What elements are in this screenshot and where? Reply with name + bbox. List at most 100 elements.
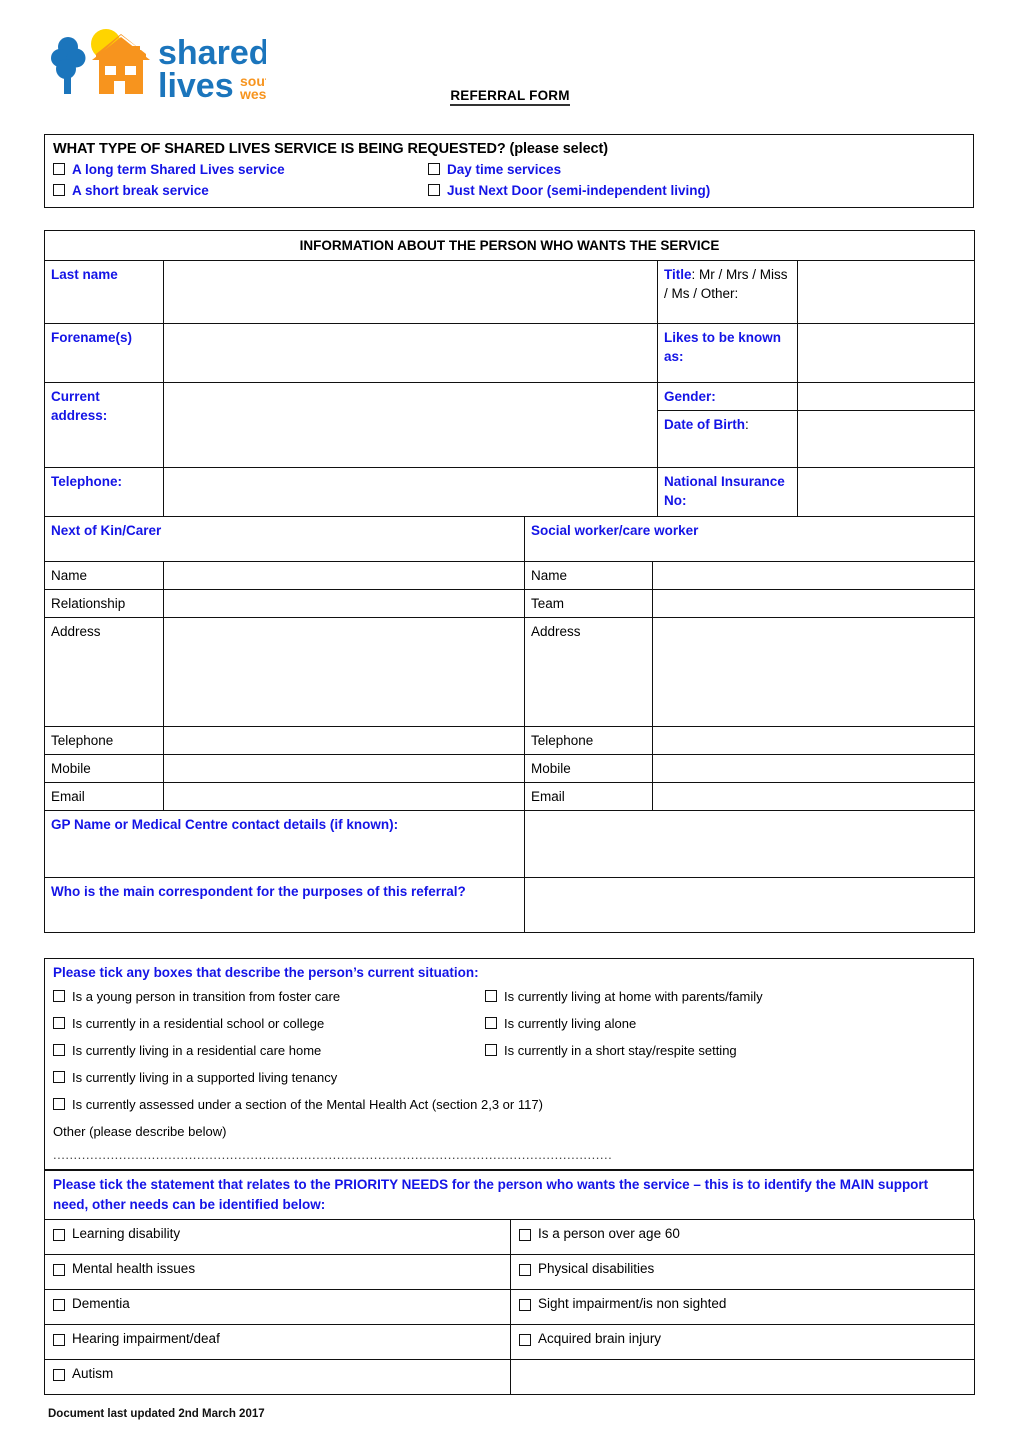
table-row-gp: GP Name or Medical Centre contact detail… bbox=[44, 810, 975, 878]
checkbox-icon[interactable] bbox=[53, 990, 65, 1002]
priority-cell-autism[interactable]: Autism bbox=[44, 1359, 511, 1395]
input-kin-name[interactable] bbox=[163, 561, 525, 590]
input-worker-telephone[interactable] bbox=[652, 726, 975, 755]
input-worker-mobile[interactable] bbox=[652, 754, 975, 783]
priority-label: Hearing impairment/deaf bbox=[72, 1331, 220, 1346]
service-option-short-break[interactable]: A short break service bbox=[53, 180, 428, 201]
input-title[interactable] bbox=[796, 260, 976, 324]
table-row-contacts-heading: Next of Kin/Carer Social worker/care wor… bbox=[44, 516, 975, 562]
checkbox-icon[interactable] bbox=[53, 1098, 65, 1110]
label-likes-to-be-known-as: Likes to be known as: bbox=[657, 323, 798, 383]
heading-social-worker: Social worker/care worker bbox=[524, 516, 975, 562]
checkbox-icon[interactable] bbox=[485, 990, 497, 1002]
situation-option-residential-school[interactable]: Is currently in a residential school or … bbox=[53, 1010, 485, 1037]
checkbox-icon[interactable] bbox=[53, 1369, 65, 1381]
checkbox-icon[interactable] bbox=[485, 1017, 497, 1029]
heading-next-of-kin: Next of Kin/Carer bbox=[44, 516, 525, 562]
situation-option-living-alone[interactable]: Is currently living alone bbox=[485, 1010, 636, 1037]
checkbox-icon[interactable] bbox=[53, 1044, 65, 1056]
service-type-section: WHAT TYPE OF SHARED LIVES SERVICE IS BEI… bbox=[44, 134, 974, 208]
checkbox-icon[interactable] bbox=[53, 1071, 65, 1083]
situation-option-supported-living-tenancy[interactable]: Is currently living in a supported livin… bbox=[53, 1064, 337, 1091]
document-footer: Document last updated 2nd March 2017 bbox=[48, 1408, 265, 1420]
priority-cell-dementia[interactable]: Dementia bbox=[44, 1289, 511, 1325]
service-option-just-next-door[interactable]: Just Next Door (semi-independent living) bbox=[428, 180, 710, 201]
input-likes-to-be-known-as[interactable] bbox=[796, 323, 976, 383]
priority-cell-over-age-60[interactable]: Is a person over age 60 bbox=[510, 1219, 975, 1255]
input-kin-mobile[interactable] bbox=[163, 754, 525, 783]
table-row-correspondent: Who is the main correspondent for the pu… bbox=[44, 877, 975, 933]
label-last-name: Last name bbox=[44, 260, 164, 324]
situation-option-home-with-family[interactable]: Is currently living at home with parents… bbox=[485, 983, 763, 1010]
situation-option-foster-care[interactable]: Is a young person in transition from fos… bbox=[53, 983, 485, 1010]
checkbox-icon[interactable] bbox=[53, 1264, 65, 1276]
service-option-label: Day time services bbox=[447, 162, 562, 177]
page-title: REFERRAL FORM bbox=[0, 88, 1020, 106]
input-kin-email[interactable] bbox=[163, 782, 525, 811]
input-worker-name[interactable] bbox=[652, 561, 975, 590]
label-worker-email: Email bbox=[524, 782, 653, 811]
table-row-email: Email Email bbox=[44, 782, 975, 811]
checkbox-icon[interactable] bbox=[519, 1264, 531, 1276]
situation-option-short-stay-respite[interactable]: Is currently in a short stay/respite set… bbox=[485, 1037, 737, 1064]
priority-cell-mental-health-issues[interactable]: Mental health issues bbox=[44, 1254, 511, 1290]
input-current-address[interactable] bbox=[163, 382, 658, 468]
priority-cell-hearing-impairment[interactable]: Hearing impairment/deaf bbox=[44, 1324, 511, 1360]
situation-option-residential-care-home[interactable]: Is currently living in a residential car… bbox=[53, 1037, 485, 1064]
input-kin-telephone[interactable] bbox=[163, 726, 525, 755]
input-worker-address[interactable] bbox=[652, 617, 975, 727]
priority-cell-physical-disabilities[interactable]: Physical disabilities bbox=[510, 1254, 975, 1290]
service-option-day-time[interactable]: Day time services bbox=[428, 159, 561, 180]
table-row-heading: INFORMATION ABOUT THE PERSON WHO WANTS T… bbox=[43, 230, 976, 261]
input-worker-email[interactable] bbox=[652, 782, 975, 811]
input-forenames[interactable] bbox=[163, 323, 658, 383]
checkbox-icon[interactable] bbox=[53, 163, 65, 175]
input-gp-details[interactable] bbox=[524, 810, 975, 878]
priority-label: Acquired brain injury bbox=[538, 1331, 662, 1346]
situation-option-mental-health-act-section[interactable]: Is currently assessed under a section of… bbox=[53, 1091, 543, 1118]
priority-label: Sight impairment/is non sighted bbox=[538, 1296, 727, 1311]
label-kin-email: Email bbox=[44, 782, 164, 811]
checkbox-icon[interactable] bbox=[53, 1229, 65, 1241]
input-kin-relationship[interactable] bbox=[163, 589, 525, 618]
input-worker-team[interactable] bbox=[652, 589, 975, 618]
table-row: Learning disability Is a person over age… bbox=[44, 1219, 975, 1255]
checkbox-icon[interactable] bbox=[53, 1334, 65, 1346]
table-row: Mental health issues Physical disabiliti… bbox=[44, 1254, 975, 1290]
priority-cell-learning-disability[interactable]: Learning disability bbox=[44, 1219, 511, 1255]
checkbox-icon[interactable] bbox=[485, 1044, 497, 1056]
input-date-of-birth[interactable] bbox=[796, 410, 976, 468]
input-main-correspondent[interactable] bbox=[524, 877, 975, 933]
input-last-name[interactable] bbox=[163, 260, 658, 324]
checkbox-icon[interactable] bbox=[53, 1299, 65, 1311]
input-kin-address[interactable] bbox=[163, 617, 525, 727]
priority-needs-section: Please tick the statement that relates t… bbox=[44, 1170, 975, 1395]
referral-form-page: shared lives south west REFERRAL FORM WH… bbox=[0, 0, 1020, 1443]
service-option-label: A long term Shared Lives service bbox=[72, 162, 285, 177]
situation-option-other-label: Other (please describe below) bbox=[53, 1124, 227, 1139]
situation-option-label: Is currently living in a supported livin… bbox=[72, 1070, 338, 1085]
situation-option-label: Is currently assessed under a section of… bbox=[72, 1097, 543, 1112]
current-situation-section: Please tick any boxes that describe the … bbox=[44, 958, 974, 1170]
table-row-relationship-team: Relationship Team bbox=[44, 589, 975, 618]
checkbox-icon[interactable] bbox=[53, 1017, 65, 1029]
person-information-table: INFORMATION ABOUT THE PERSON WHO WANTS T… bbox=[43, 230, 976, 525]
service-type-row-1: A long term Shared Lives service Day tim… bbox=[53, 159, 973, 180]
situation-option-label: Is currently in a residential school or … bbox=[72, 1016, 325, 1031]
priority-cell-sight-impairment[interactable]: Sight impairment/is non sighted bbox=[510, 1289, 975, 1325]
service-option-long-term[interactable]: A long term Shared Lives service bbox=[53, 159, 428, 180]
checkbox-icon[interactable] bbox=[519, 1229, 531, 1241]
situation-title: Please tick any boxes that describe the … bbox=[53, 965, 479, 980]
checkbox-icon[interactable] bbox=[519, 1334, 531, 1346]
label-main-correspondent: Who is the main correspondent for the pu… bbox=[44, 877, 525, 933]
checkbox-icon[interactable] bbox=[519, 1299, 531, 1311]
situation-other-dotted-line[interactable]: ........................................… bbox=[53, 1147, 783, 1162]
checkbox-icon[interactable] bbox=[428, 163, 440, 175]
situation-option-label: Is currently living at home with parents… bbox=[504, 989, 763, 1004]
priority-cell-acquired-brain-injury[interactable]: Acquired brain injury bbox=[510, 1324, 975, 1360]
checkbox-icon[interactable] bbox=[53, 184, 65, 196]
checkbox-icon[interactable] bbox=[428, 184, 440, 196]
input-gender[interactable] bbox=[796, 382, 976, 411]
label-gender: Gender: bbox=[657, 382, 798, 411]
info-table-heading: INFORMATION ABOUT THE PERSON WHO WANTS T… bbox=[43, 230, 976, 261]
